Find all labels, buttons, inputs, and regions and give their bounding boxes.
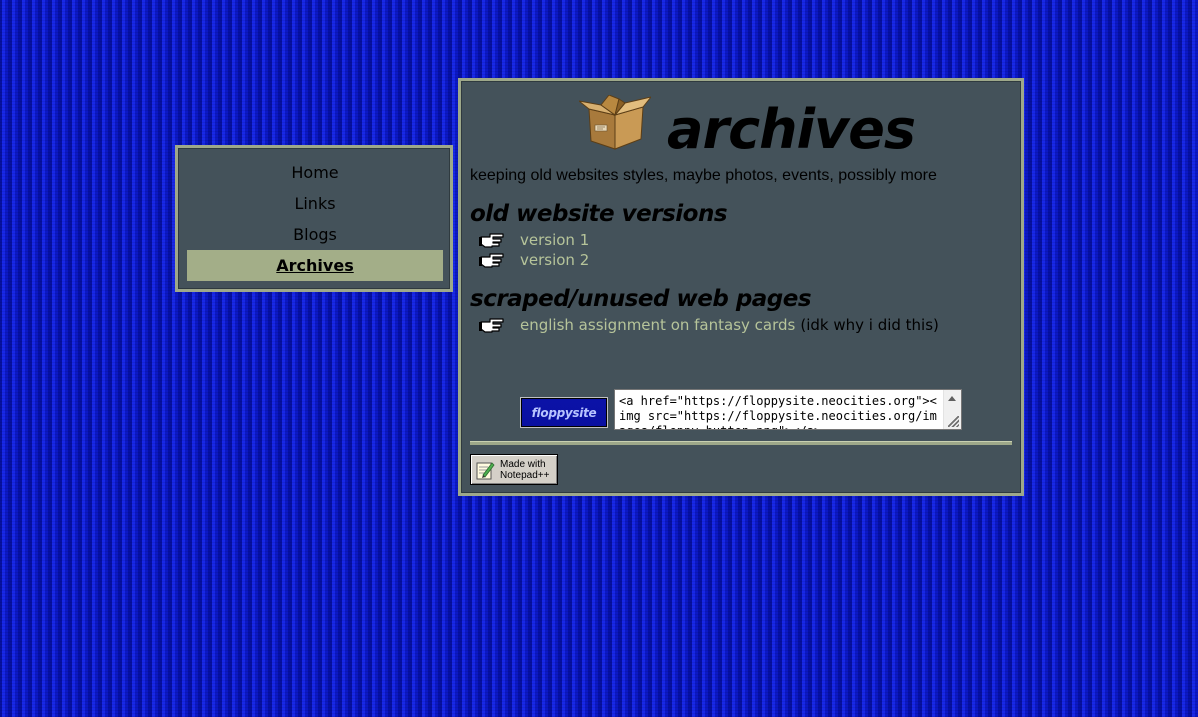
page-tagline: keeping old websites styles, maybe photo… [470,167,937,184]
notepad-plus-plus-badge[interactable]: Made with Notepad++ [470,454,558,485]
link-version-1[interactable]: version 1 [520,231,589,249]
cardboard-box-icon [579,95,651,150]
page-header: archives [579,95,919,165]
pointing-hand-icon [479,253,504,268]
banner-label: floppysite [531,405,597,420]
main-panel: archives keeping old websites styles, ma… [458,78,1024,496]
nav-item-home[interactable]: Home [187,157,443,188]
section-title-old-versions: old website versions [470,201,728,227]
list-item: version 2 [479,250,589,270]
floppysite-banner[interactable]: floppysite [520,397,608,428]
divider [470,441,1012,445]
section-title-scraped-pages: scraped/unused web pages [470,286,812,312]
code-scrollbar[interactable] [943,390,961,429]
pointing-hand-icon [479,318,504,333]
embed-code-box [614,389,962,430]
nav-list: Home Links Blogs Archives [178,148,450,281]
scroll-up-arrow-icon[interactable] [948,396,956,401]
nav-item-blogs[interactable]: Blogs [187,219,443,250]
resize-grip-icon[interactable] [948,416,959,427]
list-item: english assignment on fantasy cards (idk… [479,315,939,335]
nav-item-links[interactable]: Links [187,188,443,219]
nav-menu: Home Links Blogs Archives [175,145,453,292]
link-version-2[interactable]: version 2 [520,251,589,269]
link-note: (idk why i did this) [800,316,939,334]
embed-code-textarea[interactable] [615,390,944,429]
list-item: version 1 [479,230,589,250]
badge-line-1: Made with [500,458,546,470]
pointing-hand-icon [479,233,504,248]
page-title: archives [667,98,916,161]
badge-text: Made with Notepad++ [500,459,550,481]
badge-line-2: Notepad++ [500,469,550,481]
notepad-icon [476,461,495,479]
link-english-assignment[interactable]: english assignment on fantasy cards [520,316,795,334]
nav-item-archives[interactable]: Archives [187,250,443,281]
